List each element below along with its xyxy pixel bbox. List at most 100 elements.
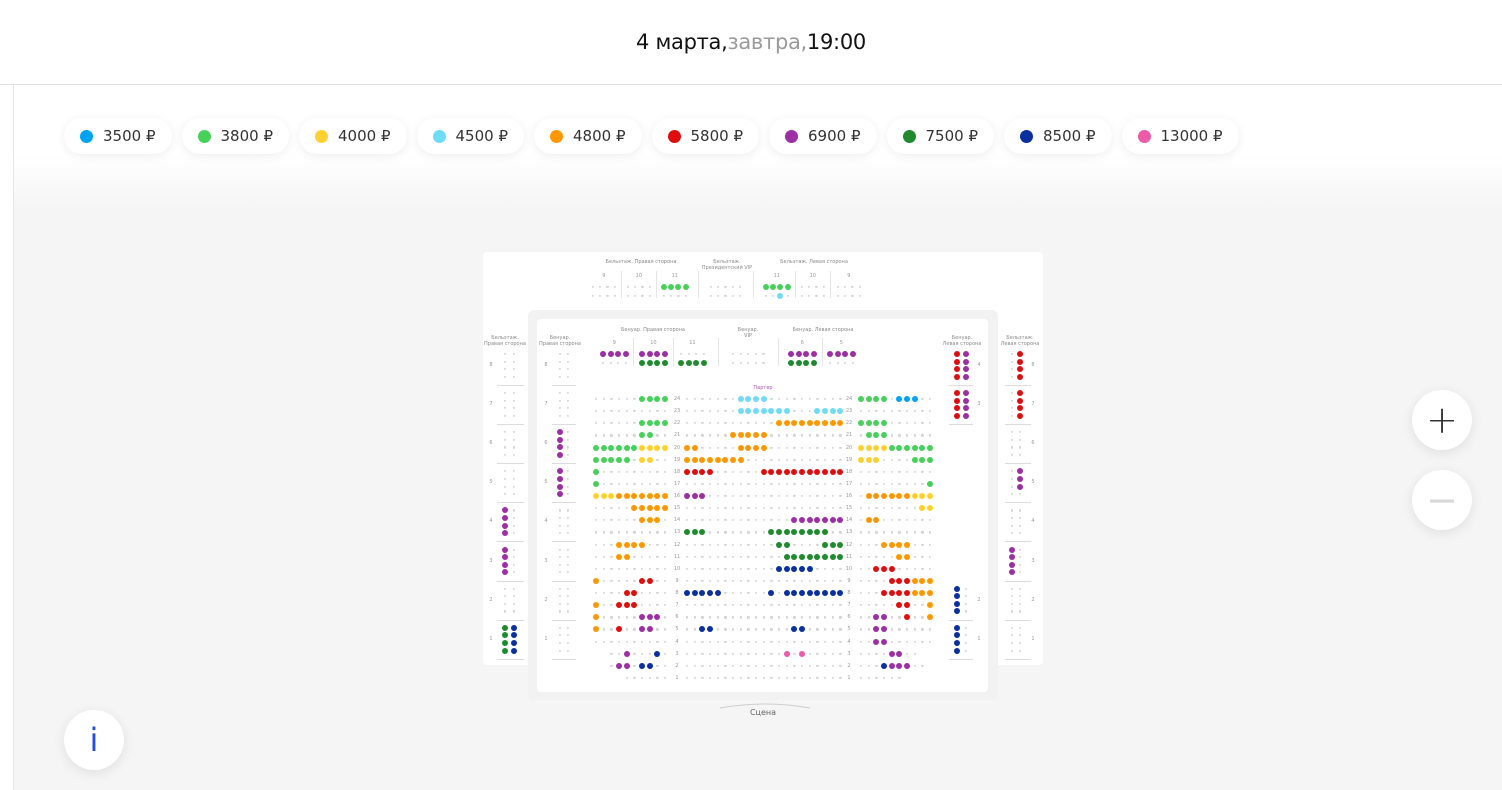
seat-available[interactable] xyxy=(881,626,887,633)
seat-available[interactable] xyxy=(803,359,810,366)
seat-available[interactable] xyxy=(700,359,707,366)
seat-available[interactable] xyxy=(557,444,563,451)
seat-available[interactable] xyxy=(837,408,844,415)
seat-available[interactable] xyxy=(662,444,669,451)
seat-available[interactable] xyxy=(684,590,690,597)
seat-available[interactable] xyxy=(668,284,675,290)
seat-available[interactable] xyxy=(963,351,969,357)
seat-available[interactable] xyxy=(783,553,790,560)
seat-available[interactable] xyxy=(511,647,517,654)
seat-available[interactable] xyxy=(639,396,646,402)
seat-available[interactable] xyxy=(795,359,802,366)
seat-available[interactable] xyxy=(639,456,646,463)
seat-available[interactable] xyxy=(699,529,706,536)
seat-available[interactable] xyxy=(623,662,630,669)
seat-available[interactable] xyxy=(1017,405,1023,412)
seat-available[interactable] xyxy=(799,517,806,524)
seat-available[interactable] xyxy=(795,351,802,357)
seat-available[interactable] xyxy=(799,529,806,536)
price-filter-pill[interactable]: 3500 ₽ xyxy=(64,118,172,154)
seat-available[interactable] xyxy=(623,456,630,463)
seat-available[interactable] xyxy=(806,420,813,427)
seat-available[interactable] xyxy=(954,593,960,600)
seat-available[interactable] xyxy=(954,351,960,357)
seat-available[interactable] xyxy=(799,565,806,572)
seat-available[interactable] xyxy=(927,456,934,463)
seat-available[interactable] xyxy=(806,529,813,536)
seat-available[interactable] xyxy=(783,408,790,415)
seat-available[interactable] xyxy=(834,351,841,357)
seat-available[interactable] xyxy=(616,541,622,548)
seat-available[interactable] xyxy=(557,429,563,436)
seat-available[interactable] xyxy=(662,493,669,500)
seat-available[interactable] xyxy=(888,565,895,572)
seat-available[interactable] xyxy=(691,590,698,597)
seat-available[interactable] xyxy=(654,396,661,402)
seat-available[interactable] xyxy=(639,541,646,548)
seat-available[interactable] xyxy=(646,626,653,633)
seat-available[interactable] xyxy=(881,541,887,548)
seat-available[interactable] xyxy=(511,632,517,639)
seat-available[interactable] xyxy=(623,590,630,597)
seat-available[interactable] xyxy=(1009,569,1015,576)
seat-available[interactable] xyxy=(502,632,508,639)
seat-available[interactable] xyxy=(691,468,698,475)
seat-available[interactable] xyxy=(837,541,844,548)
seat-available[interactable] xyxy=(646,614,653,621)
seat-available[interactable] xyxy=(927,480,934,487)
seat-available[interactable] xyxy=(593,468,599,475)
seat-available[interactable] xyxy=(783,420,790,427)
seat-available[interactable] xyxy=(896,650,903,657)
seat-available[interactable] xyxy=(557,468,563,475)
seat-available[interactable] xyxy=(904,541,911,548)
seat-available[interactable] xyxy=(865,493,872,500)
seat-available[interactable] xyxy=(623,650,630,657)
seat-available[interactable] xyxy=(691,493,698,500)
seat-available[interactable] xyxy=(881,493,887,500)
seat-available[interactable] xyxy=(954,373,960,380)
seat-available[interactable] xyxy=(829,541,836,548)
seat-available[interactable] xyxy=(919,505,926,512)
seat-available[interactable] xyxy=(814,420,821,427)
seat-available[interactable] xyxy=(858,456,864,463)
seat-available[interactable] xyxy=(557,436,563,443)
seat-available[interactable] xyxy=(888,541,895,548)
seat-available[interactable] xyxy=(799,420,806,427)
seat-available[interactable] xyxy=(768,590,775,597)
seat-available[interactable] xyxy=(865,456,872,463)
seat-available[interactable] xyxy=(639,444,646,451)
seat-available[interactable] xyxy=(927,493,934,500)
seat-available[interactable] xyxy=(770,284,777,290)
seat-available[interactable] xyxy=(684,456,690,463)
seat-available[interactable] xyxy=(623,541,630,548)
seat-available[interactable] xyxy=(911,456,918,463)
seat-available[interactable] xyxy=(684,493,690,500)
seat-available[interactable] xyxy=(745,396,752,402)
seat-available[interactable] xyxy=(646,359,653,366)
seat-available[interactable] xyxy=(873,420,880,427)
seat-available[interactable] xyxy=(873,432,880,439)
seat-available[interactable] xyxy=(904,396,911,402)
seat-available[interactable] xyxy=(954,405,960,412)
seat-available[interactable] xyxy=(954,585,960,592)
seat-available[interactable] xyxy=(608,456,615,463)
seat-available[interactable] xyxy=(888,590,895,597)
seat-available[interactable] xyxy=(502,546,508,553)
seat-available[interactable] xyxy=(631,505,638,512)
seat-available[interactable] xyxy=(881,420,887,427)
seat-available[interactable] xyxy=(639,505,646,512)
seat-available[interactable] xyxy=(822,468,829,475)
price-filter-pill[interactable]: 13000 ₽ xyxy=(1121,118,1239,154)
seat-available[interactable] xyxy=(904,614,911,621)
seat-available[interactable] xyxy=(593,480,599,487)
seat-available[interactable] xyxy=(707,468,713,475)
seat-available[interactable] xyxy=(776,468,783,475)
seat-available[interactable] xyxy=(911,590,918,597)
seat-available[interactable] xyxy=(593,577,599,584)
seat-available[interactable] xyxy=(699,590,706,597)
seat-available[interactable] xyxy=(707,590,713,597)
seat-available[interactable] xyxy=(954,366,960,373)
seat-available[interactable] xyxy=(760,444,767,451)
seat-available[interactable] xyxy=(873,565,880,572)
seat-available[interactable] xyxy=(745,444,752,451)
